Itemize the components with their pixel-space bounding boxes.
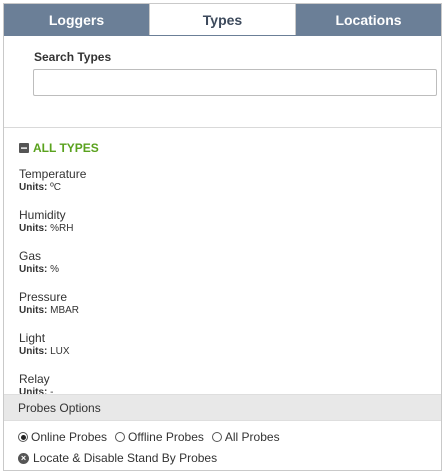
units-value: ºC [50, 182, 61, 193]
radio-checked-icon [18, 432, 28, 442]
tab-locations[interactable]: Locations [296, 4, 441, 35]
type-item-pressure[interactable]: Pressure Units: MBAR [19, 290, 441, 331]
all-types-label: ALL TYPES [33, 141, 99, 155]
units-value: % [50, 264, 60, 275]
radio-offline-probes[interactable]: Offline Probes [115, 430, 204, 444]
tab-types[interactable]: Types [149, 4, 296, 35]
locate-label: Locate & Disable Stand By Probes [33, 451, 218, 465]
type-name: Gas [19, 249, 42, 263]
tab-loggers[interactable]: Loggers [4, 4, 149, 35]
search-section: Search Types [4, 36, 441, 128]
type-item-gas[interactable]: Gas Units: % [19, 249, 441, 290]
close-circle-icon: × [18, 452, 29, 464]
type-name: Light [19, 331, 46, 345]
probes-options-header: Probes Options [4, 394, 441, 421]
radio-label: Offline Probes [128, 430, 204, 444]
radio-online-probes[interactable]: Online Probes [18, 430, 107, 444]
type-list: Temperature Units: ºC Humidity Units: %R… [19, 167, 441, 413]
type-name: Pressure [19, 290, 68, 304]
search-label: Search Types [34, 50, 112, 64]
radio-all-probes[interactable]: All Probes [211, 430, 280, 444]
units-label: Units: [19, 182, 48, 193]
units-label: Units: [19, 223, 48, 234]
units-label: Units: [19, 305, 48, 316]
tab-bar: Loggers Types Locations [4, 4, 441, 36]
types-panel: Loggers Types Locations Search Types ALL… [3, 3, 442, 471]
search-types-input[interactable] [33, 69, 437, 96]
units-value: LUX [50, 346, 70, 357]
type-item-temperature[interactable]: Temperature Units: ºC [19, 167, 441, 208]
collapse-icon [19, 143, 29, 153]
type-item-humidity[interactable]: Humidity Units: %RH [19, 208, 441, 249]
radio-label: All Probes [224, 430, 280, 444]
type-name: Relay [19, 372, 50, 386]
radio-unchecked-icon [115, 432, 126, 442]
units-label: Units: [19, 346, 48, 357]
radio-label: Online Probes [31, 430, 108, 444]
radio-unchecked-icon [211, 432, 222, 442]
units-value: %RH [50, 223, 74, 234]
all-types-toggle[interactable]: ALL TYPES [19, 141, 441, 155]
probes-radio-group: Online Probes Offline Probes All Probes [18, 430, 288, 444]
locate-disable-standby-button[interactable]: × Locate & Disable Stand By Probes [18, 451, 217, 465]
type-name: Humidity [19, 208, 66, 222]
type-name: Temperature [19, 167, 87, 181]
units-label: Units: [19, 264, 48, 275]
units-value: MBAR [50, 305, 80, 316]
type-item-light[interactable]: Light Units: LUX [19, 331, 441, 372]
